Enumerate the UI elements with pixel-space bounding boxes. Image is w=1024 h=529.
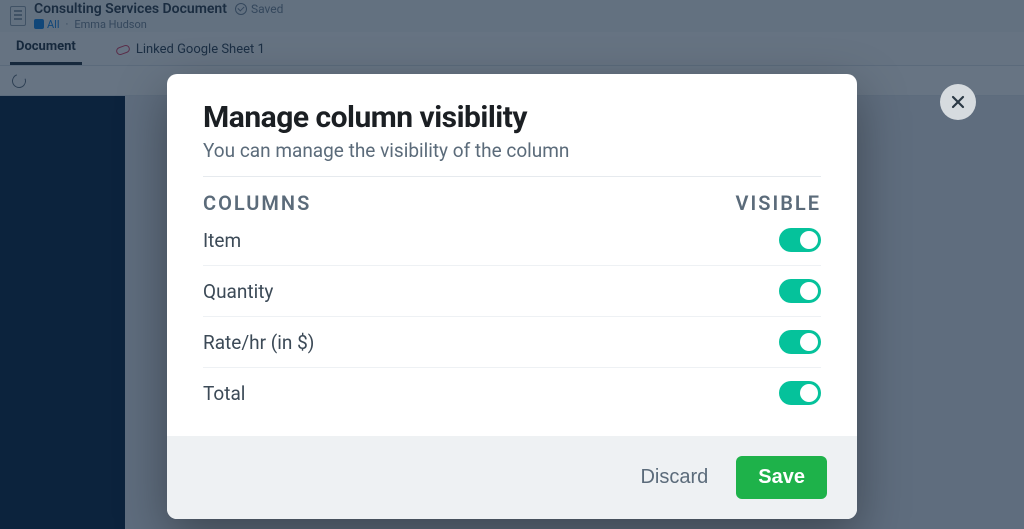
column-label: Total [203,382,245,405]
save-button[interactable]: Save [736,456,827,499]
columns-header: COLUMNS [203,191,311,215]
close-button[interactable] [940,84,976,120]
column-label: Item [203,229,241,252]
modal-subtitle: You can manage the visibility of the col… [203,139,821,177]
modal-footer: Discard Save [167,436,857,519]
discard-button[interactable]: Discard [640,466,708,489]
column-label: Rate/hr (in $) [203,331,314,354]
modal-title: Manage column visibility [203,100,821,135]
close-icon [950,94,966,110]
manage-columns-modal: Manage column visibility You can manage … [167,74,857,519]
column-row-item: Item [203,215,821,266]
column-label: Quantity [203,280,273,303]
column-row-rate: Rate/hr (in $) [203,317,821,368]
visibility-toggle-item[interactable] [779,228,821,252]
visibility-toggle-rate[interactable] [779,330,821,354]
column-row-quantity: Quantity [203,266,821,317]
visibility-toggle-total[interactable] [779,381,821,405]
visibility-toggle-quantity[interactable] [779,279,821,303]
column-row-total: Total [203,368,821,418]
visible-header: VISIBLE [736,191,821,215]
